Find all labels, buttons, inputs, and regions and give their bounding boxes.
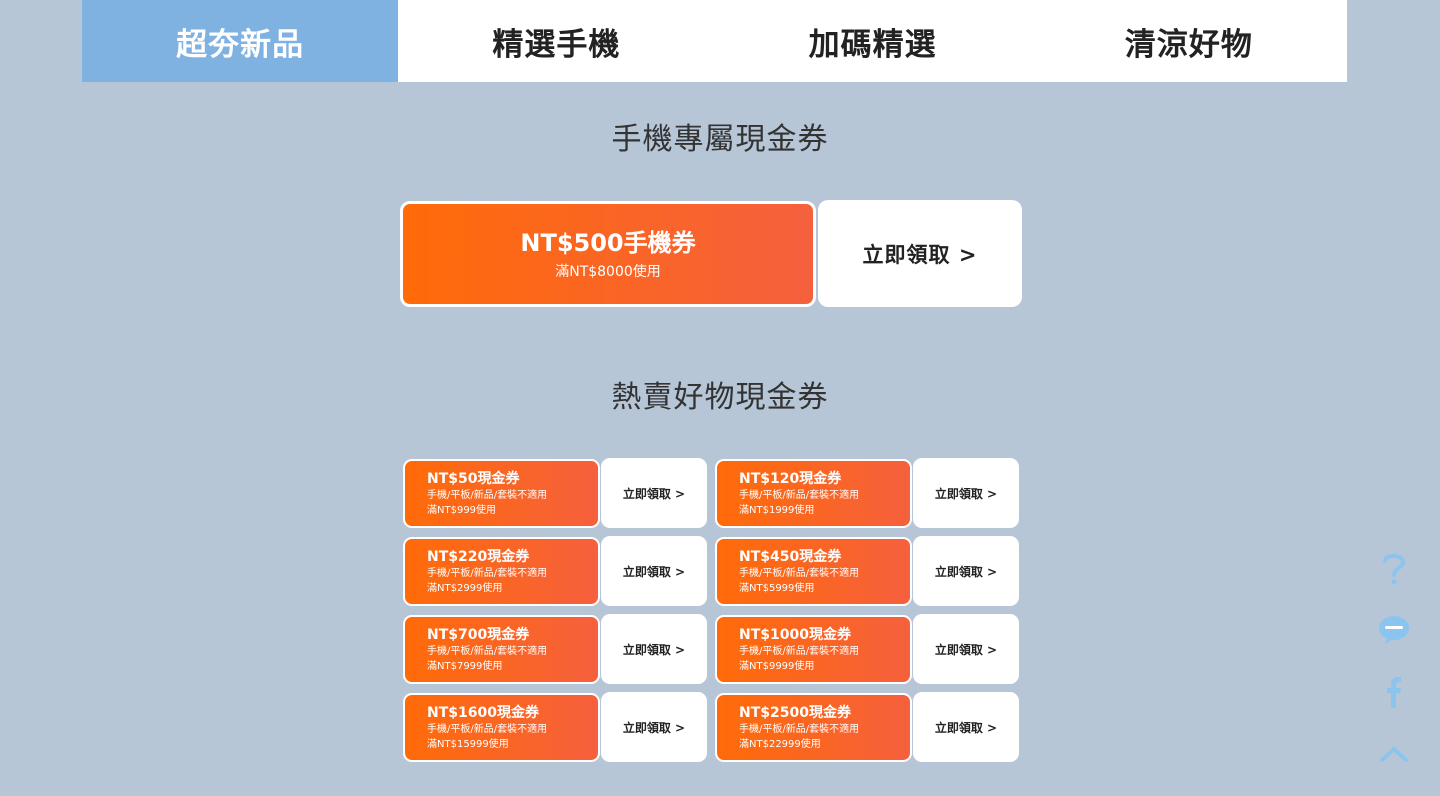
- coupon-card: NT$50現金券 手機/平板/新品/套裝不適用 滿NT$999使用 立即領取 >: [403, 458, 707, 528]
- coupon-card: NT$450現金券 手機/平板/新品/套裝不適用 滿NT$5999使用 立即領取 >: [715, 536, 1019, 606]
- coupon-info: NT$120現金券手機/平板/新品/套裝不適用 滿NT$1999使用: [715, 459, 912, 528]
- coupon-info: NT$1600現金券手機/平板/新品/套裝不適用 滿NT$15999使用: [403, 693, 600, 762]
- coupon-exclusion: 手機/平板/新品/套裝不適用: [427, 490, 548, 501]
- hot-coupon-title: 熱賣好物現金券: [611, 380, 829, 415]
- coupon-info: NT$50現金券手機/平板/新品/套裝不適用 滿NT$999使用: [403, 459, 600, 528]
- coupon-exclusion: 手機/平板/新品/套裝不適用: [427, 568, 548, 579]
- coupon-exclusion: 手機/平板/新品/套裝不適用: [739, 724, 860, 735]
- chat-bubble-glyph: [1379, 616, 1409, 644]
- phone-coupon: NT$500手機券 滿NT$8000使用 立即領取 >: [400, 200, 1022, 307]
- coupon-amount: NT$700現金券: [427, 627, 530, 643]
- back-to-top-icon[interactable]: [1374, 734, 1414, 774]
- coupon-exclusion: 手機/平板/新品/套裝不適用: [427, 724, 548, 735]
- tab-new-arrivals[interactable]: 超夯新品: [82, 0, 399, 82]
- coupon-card: NT$1600現金券 手機/平板/新品/套裝不適用 滿NT$15999使用 立即領取 …: [403, 692, 707, 762]
- line-chat-icon[interactable]: [1374, 610, 1414, 650]
- coupon-condition: 滿NT$9999使用: [739, 661, 815, 672]
- chevron-up-glyph: [1380, 747, 1408, 762]
- coupon-condition: 滿NT$15999使用: [427, 739, 509, 750]
- coupon-condition: 滿NT$2999使用: [427, 583, 503, 594]
- coupon-card: NT$2500現金券 手機/平板/新品/套裝不適用 滿NT$22999使用 立即領取 …: [715, 692, 1019, 762]
- coupon-amount: NT$1000現金券: [739, 627, 851, 643]
- tab-summer-goods[interactable]: 清涼好物: [1031, 0, 1347, 82]
- coupon-amount: NT$120現金券: [739, 471, 842, 487]
- facebook-icon[interactable]: [1374, 672, 1414, 712]
- phone-coupon-info: NT$500手機券 滿NT$8000使用: [400, 201, 816, 307]
- coupon-exclusion: 手機/平板/新品/套裝不適用: [739, 490, 860, 501]
- coupon-info: NT$2500現金券手機/平板/新品/套裝不適用 滿NT$22999使用: [715, 693, 912, 762]
- coupon-amount: NT$450現金券: [739, 549, 842, 565]
- phone-coupon-condition: 滿NT$8000使用: [555, 264, 661, 280]
- coupon-card: NT$220現金券 手機/平板/新品/套裝不適用 滿NT$2999使用 立即領取 >: [403, 536, 707, 606]
- coupon-claim-button[interactable]: 立即領取 >: [913, 536, 1019, 606]
- coupon-amount: NT$1600現金券: [427, 705, 539, 721]
- coupon-info: NT$220現金券手機/平板/新品/套裝不適用 滿NT$2999使用: [403, 537, 600, 606]
- coupon-exclusion: 手機/平板/新品/套裝不適用: [739, 646, 860, 657]
- phone-coupon-title: 手機專屬現金券: [611, 122, 829, 157]
- coupon-card: NT$120現金券 手機/平板/新品/套裝不適用 滿NT$1999使用 立即領取 >: [715, 458, 1019, 528]
- coupon-claim-button[interactable]: 立即領取 >: [601, 458, 707, 528]
- coupon-info: NT$1000現金券手機/平板/新品/套裝不適用 滿NT$9999使用: [715, 615, 912, 684]
- coupon-claim-button[interactable]: 立即領取 >: [913, 458, 1019, 528]
- coupon-condition: 滿NT$22999使用: [739, 739, 821, 750]
- phone-coupon-amount: NT$500手機券: [520, 229, 696, 257]
- coupon-condition: 滿NT$999使用: [427, 505, 497, 516]
- coupon-amount: NT$220現金券: [427, 549, 530, 565]
- coupon-condition: 滿NT$1999使用: [739, 505, 815, 516]
- coupon-info: NT$450現金券手機/平板/新品/套裝不適用 滿NT$5999使用: [715, 537, 912, 606]
- phone-coupon-claim-button[interactable]: 立即領取 >: [818, 200, 1022, 307]
- question-icon[interactable]: [1374, 549, 1414, 589]
- coupon-condition: 滿NT$7999使用: [427, 661, 503, 672]
- coupon-condition: 滿NT$5999使用: [739, 583, 815, 594]
- category-tabs: 超夯新品 精選手機 加碼精選 清涼好物: [82, 0, 1347, 82]
- coupon-exclusion: 手機/平板/新品/套裝不適用: [739, 568, 860, 579]
- question-mark-glyph: [1383, 553, 1406, 585]
- tab-featured-phones[interactable]: 精選手機: [398, 0, 714, 82]
- coupon-amount: NT$50現金券: [427, 471, 520, 487]
- coupon-claim-button[interactable]: 立即領取 >: [913, 692, 1019, 762]
- coupon-claim-button[interactable]: 立即領取 >: [601, 614, 707, 684]
- coupon-info: NT$700現金券手機/平板/新品/套裝不適用 滿NT$7999使用: [403, 615, 600, 684]
- coupon-card: NT$1000現金券 手機/平板/新品/套裝不適用 滿NT$9999使用 立即領取 >: [715, 614, 1019, 684]
- coupon-claim-button[interactable]: 立即領取 >: [601, 536, 707, 606]
- coupon-claim-button[interactable]: 立即領取 >: [913, 614, 1019, 684]
- tab-bonus-picks[interactable]: 加碼精選: [715, 0, 1031, 82]
- facebook-f-glyph: [1387, 677, 1401, 708]
- coupon-claim-button[interactable]: 立即領取 >: [601, 692, 707, 762]
- coupon-exclusion: 手機/平板/新品/套裝不適用: [427, 646, 548, 657]
- coupon-card: NT$700現金券 手機/平板/新品/套裝不適用 滿NT$7999使用 立即領取 >: [403, 614, 707, 684]
- coupon-amount: NT$2500現金券: [739, 705, 851, 721]
